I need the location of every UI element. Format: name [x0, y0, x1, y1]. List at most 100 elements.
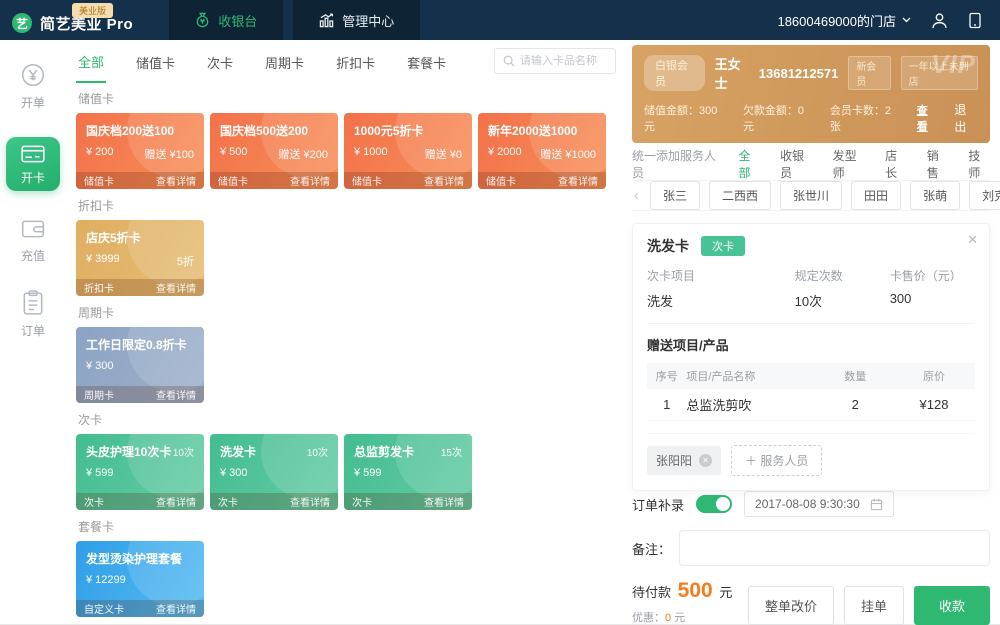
staff-filter-technician[interactable]: 技师	[968, 147, 990, 181]
card-catalog: 全部 储值卡 次卡 周期卡 折扣卡 套餐卡 储值卡 国庆档200送100 ¥ 2…	[66, 40, 626, 624]
assigned-staff-name: 张阳阳	[656, 452, 692, 469]
card-detail-link[interactable]: 查看详情	[290, 173, 330, 188]
sidebar: 开单 开卡 充值 订单	[0, 40, 66, 624]
order-list-icon	[21, 290, 45, 316]
store-switcher[interactable]: 18600469000的门店	[777, 11, 911, 30]
card-price: ¥ 200	[86, 146, 114, 162]
staff-filter-sales[interactable]: 销售	[927, 147, 949, 181]
sidebar-item-dingdan[interactable]: 订单	[21, 290, 45, 339]
member-tier-badge: 白银会员	[644, 55, 705, 91]
wallet-icon	[20, 217, 46, 241]
staff-chip[interactable]: 张世川	[780, 181, 842, 210]
member-debt-amount: 欠款金额：0元	[743, 102, 814, 134]
reprice-button[interactable]: 整单改价	[748, 586, 834, 625]
tab-stored[interactable]: 储值卡	[134, 41, 177, 82]
chevron-down-icon	[902, 17, 911, 23]
backfill-label: 订单补录	[632, 495, 684, 514]
card-detail-link[interactable]: 查看详情	[156, 601, 196, 616]
search-icon	[503, 55, 515, 67]
sidebar-item-kaidan[interactable]: 开单	[20, 62, 46, 111]
card-type: 储值卡	[84, 173, 114, 188]
assigned-staff-chip[interactable]: 张阳阳 ✕	[647, 446, 721, 475]
card-item[interactable]: 1000元5折卡 ¥ 1000赠送 ¥0 储值卡查看详情	[344, 113, 472, 189]
card-item[interactable]: 国庆档200送100 ¥ 200赠送 ¥100 储值卡查看详情	[76, 113, 204, 189]
order-panel: 白银会员 王女士 13681212571 新会员 一年以上未到店 VIP 储值金…	[626, 40, 1000, 624]
card-type: 储值卡	[486, 173, 516, 188]
card-detail-link[interactable]: 查看详情	[558, 173, 598, 188]
staff-prev-icon[interactable]: ‹	[632, 187, 641, 204]
card-item[interactable]: 洗发卡10次 ¥ 300 次卡查看详情	[210, 434, 338, 510]
card-detail-panel: ✕ 洗发卡 次卡 次卡项目 规定次数 卡售价（元） 洗发 10次 300 赠送项…	[632, 223, 990, 491]
app-window: 艺 简艺美业 Pro 美业版 收银台 管理中心 18600469000的门店	[0, 0, 1000, 625]
device-icon[interactable]	[968, 12, 982, 29]
staff-chip[interactable]: 张三	[650, 181, 700, 210]
card-item[interactable]: 头皮护理10次卡10次 ¥ 599 次卡查看详情	[76, 434, 204, 510]
pay-label: 待付款	[632, 585, 671, 600]
close-icon[interactable]: ✕	[967, 232, 978, 248]
tab-times[interactable]: 次卡	[205, 41, 235, 82]
logo-icon: 艺	[12, 13, 32, 33]
card-item[interactable]: 店庆5折卡 ¥ 39995折 折扣卡查看详情	[76, 220, 204, 296]
member-logout-button[interactable]: 退出	[954, 101, 978, 135]
staff-chip-row: ‹ 张三 二西西 张世川 田田 张萌 刘克东 李晓梅 ›	[632, 181, 990, 211]
card-detail-link[interactable]: 查看详情	[290, 494, 330, 509]
search-input[interactable]	[520, 55, 600, 67]
gift-col-price: 原价	[893, 368, 975, 384]
member-tag-new: 新会员	[848, 56, 890, 90]
backfill-date-picker[interactable]: 2017-08-08 9:30:30	[744, 491, 894, 517]
staff-chip[interactable]: 田田	[851, 181, 901, 210]
card-detail-link[interactable]: 查看详情	[156, 387, 196, 402]
staff-filter-stylist[interactable]: 发型师	[833, 147, 865, 181]
pay-unit: 元	[719, 585, 732, 600]
section-title: 周期卡	[78, 304, 616, 321]
gift-table-row: 1 总监洗剪吹 2 ¥128	[647, 389, 975, 421]
card-item[interactable]: 国庆档500送200 ¥ 500赠送 ¥200 储值卡查看详情	[210, 113, 338, 189]
remove-staff-icon[interactable]: ✕	[699, 454, 712, 467]
staff-filter-cashier[interactable]: 收银员	[780, 147, 812, 181]
add-staff-button[interactable]: ＋ 服务人员	[731, 445, 822, 476]
staff-chip[interactable]: 二西西	[709, 181, 771, 210]
user-icon[interactable]	[931, 12, 948, 29]
card-detail-link[interactable]: 查看详情	[424, 494, 464, 509]
checkout-button[interactable]: 收款	[914, 586, 990, 625]
card-item[interactable]: 工作日限定0.8折卡 ¥ 300 周期卡查看详情	[76, 327, 204, 403]
card-name: 发型烫染护理套餐	[86, 550, 182, 567]
member-name: 王女士	[715, 54, 749, 92]
card-detail-link[interactable]: 查看详情	[156, 173, 196, 188]
tab-package[interactable]: 套餐卡	[405, 41, 448, 82]
tab-period[interactable]: 周期卡	[263, 41, 306, 82]
tab-all[interactable]: 全部	[76, 40, 106, 83]
card-item[interactable]: 总监剪发卡15次 ¥ 599 次卡查看详情	[344, 434, 472, 510]
staff-filter-manager[interactable]: 店长	[885, 147, 907, 181]
member-view-link[interactable]: 查看	[917, 102, 939, 134]
pay-row: 待付款 500 元 优惠：0 元 整单改价 挂单 收款	[632, 579, 990, 625]
section-title: 折扣卡	[78, 197, 616, 214]
tab-discount[interactable]: 折扣卡	[334, 41, 377, 82]
staff-chip[interactable]: 刘克东	[969, 181, 1000, 210]
card-type: 自定义卡	[84, 601, 124, 616]
card-item[interactable]: 新年2000送1000 ¥ 2000赠送 ¥1000 储值卡查看详情	[478, 113, 606, 189]
card-price: ¥ 3999	[86, 253, 120, 269]
card-item[interactable]: 发型烫染护理套餐 ¥ 12299 自定义卡查看详情	[76, 541, 204, 617]
section-cards: 发型烫染护理套餐 ¥ 12299 自定义卡查看详情	[76, 541, 616, 617]
backfill-toggle[interactable]	[696, 495, 732, 513]
sidebar-item-label: 订单	[21, 322, 45, 339]
card-detail-link[interactable]: 查看详情	[156, 280, 196, 295]
section-cards: 国庆档200送100 ¥ 200赠送 ¥100 储值卡查看详情 国庆档500送2…	[76, 113, 616, 189]
nav-admin[interactable]: 管理中心	[293, 0, 420, 40]
nav-cashier[interactable]: 收银台	[169, 0, 283, 40]
card-detail-link[interactable]: 查看详情	[424, 173, 464, 188]
detail-val-item: 洗发	[647, 291, 795, 310]
note-input[interactable]	[679, 530, 990, 566]
card-price: ¥ 1000	[354, 146, 388, 162]
staff-chip[interactable]: 张萌	[910, 181, 960, 210]
card-name: 1000元5折卡	[354, 122, 423, 139]
card-search[interactable]	[494, 48, 616, 74]
sidebar-item-kaika[interactable]: 开卡	[6, 137, 60, 191]
staff-filter-all[interactable]: 全部	[739, 147, 761, 181]
card-detail-link[interactable]: 查看详情	[156, 494, 196, 509]
chart-icon	[319, 13, 334, 28]
sidebar-item-chongzhi[interactable]: 充值	[20, 217, 46, 264]
card-gift: 赠送 ¥200	[278, 146, 328, 162]
hold-order-button[interactable]: 挂单	[844, 586, 904, 625]
